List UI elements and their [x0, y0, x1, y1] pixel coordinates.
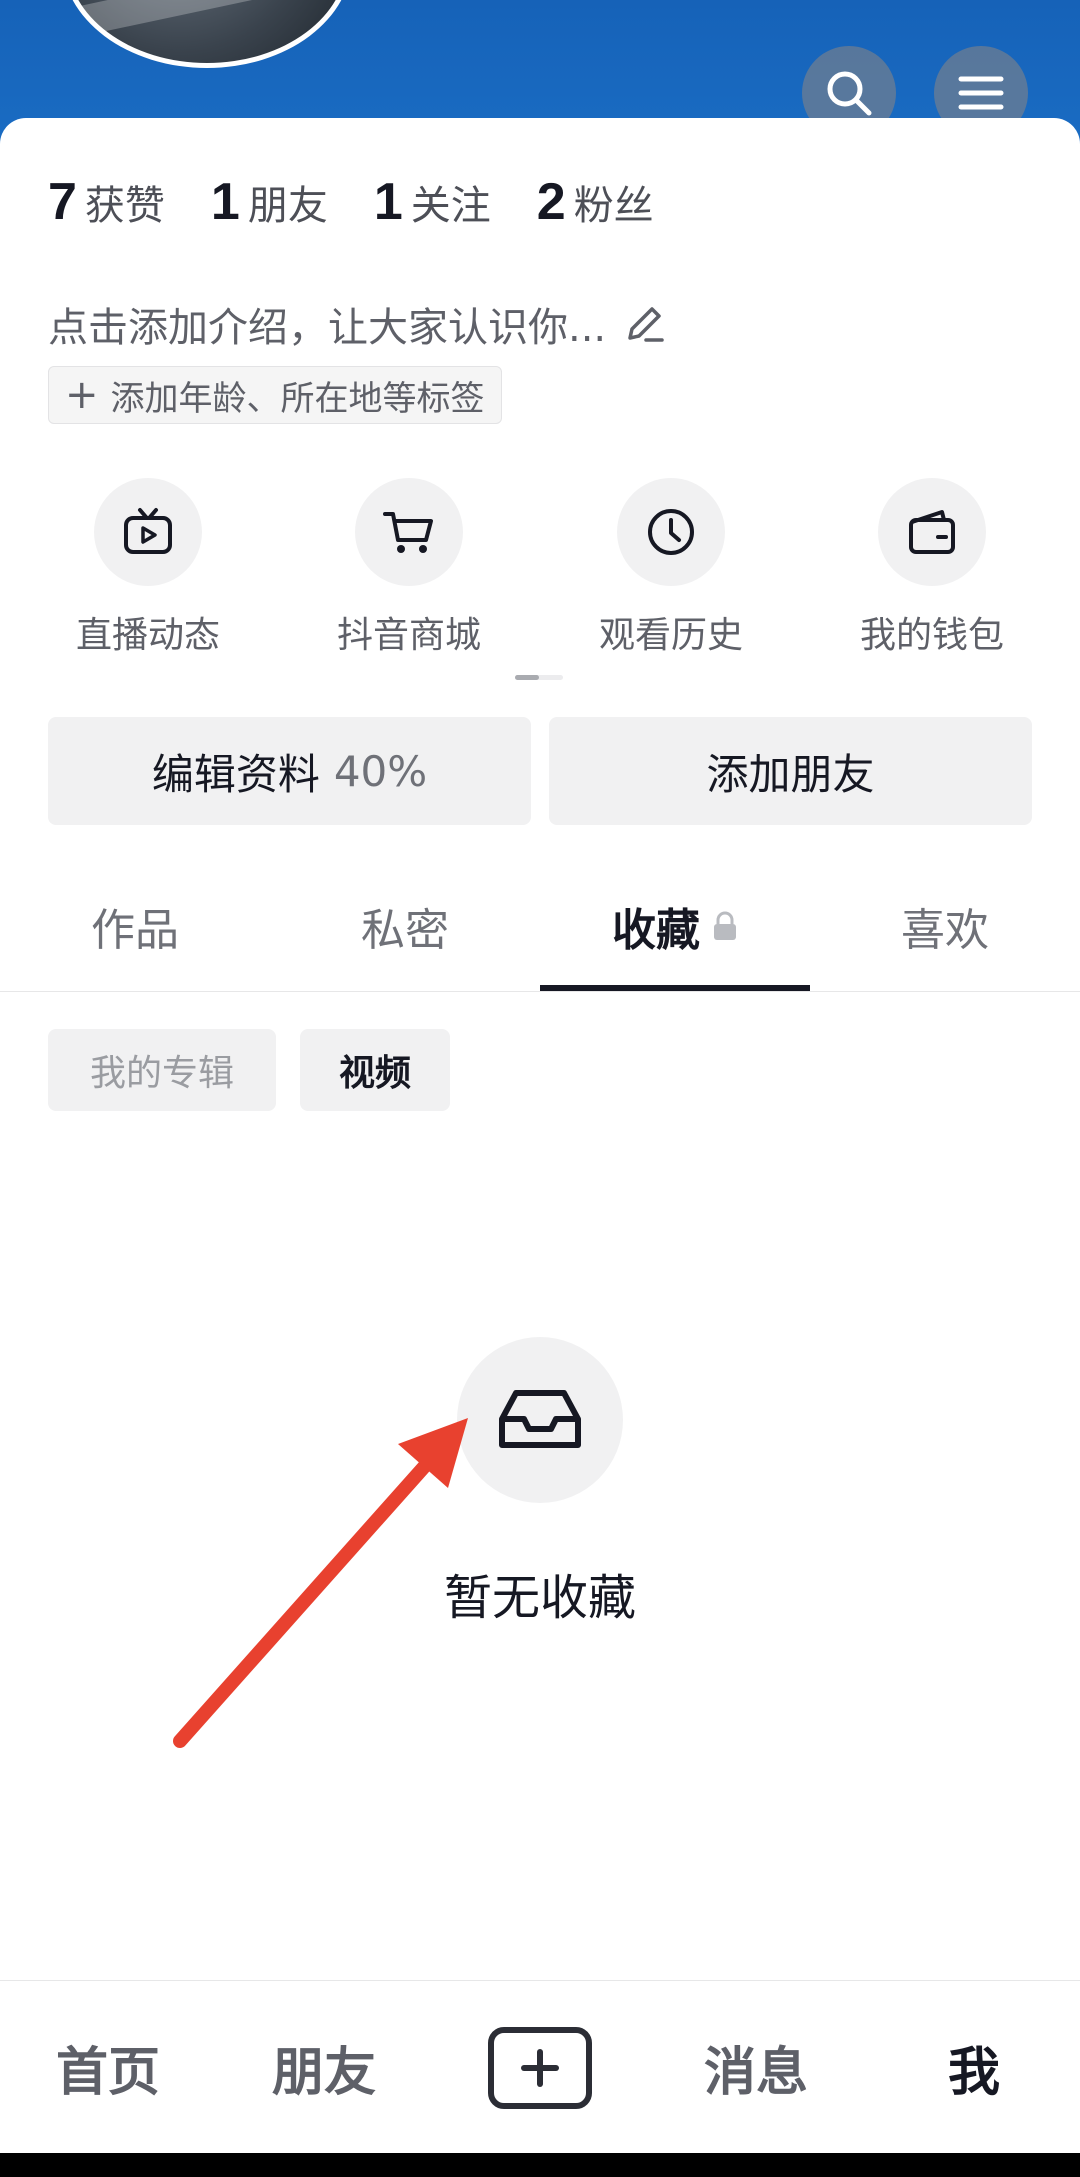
stat-friends[interactable]: 1 朋友	[211, 172, 328, 232]
nav-label: 首页	[55, 2043, 160, 2103]
edit-profile-button[interactable]: 编辑资料 40%	[48, 717, 531, 825]
shortcut-history[interactable]: 观看历史	[571, 478, 771, 658]
add-tags-button[interactable]: + 添加年龄、所在地等标签	[48, 366, 502, 424]
tab-private[interactable]: 私密	[270, 860, 540, 992]
tab-label: 收藏	[612, 905, 700, 956]
my-albums-chip[interactable]: 我的专辑	[48, 1029, 276, 1111]
tab-likes[interactable]: 喜欢	[810, 860, 1080, 992]
inbox-tray-icon	[457, 1337, 623, 1503]
system-gesture-bar	[0, 2153, 1080, 2177]
lock-icon	[712, 911, 738, 941]
tab-label: 喜欢	[901, 905, 989, 956]
hamburger-menu-icon	[958, 76, 1004, 110]
content-tabs: 作品 私密 收藏 喜欢	[0, 860, 1080, 992]
bio-prompt[interactable]: 点击添加介绍，让大家认识你...	[48, 295, 666, 353]
tab-favorites[interactable]: 收藏	[540, 860, 810, 992]
stat-label: 获赞	[84, 183, 165, 229]
stat-likes[interactable]: 7 获赞	[48, 172, 165, 232]
shortcut-label: 抖音商城	[336, 615, 481, 656]
add-tags-label: 添加年龄、所在地等标签	[110, 378, 485, 419]
stat-following[interactable]: 1 关注	[374, 172, 491, 232]
profile-completion-percent: 40%	[333, 746, 428, 796]
stat-value: 2	[536, 173, 566, 231]
plus-icon	[488, 2026, 592, 2109]
stat-label: 粉丝	[573, 183, 654, 229]
nav-messages[interactable]: 消息	[678, 1981, 834, 2154]
bottom-nav: 首页 朋友 消息 我	[0, 1980, 1080, 2153]
profile-stats: 7 获赞 1 朋友 1 关注 2 粉丝	[48, 172, 700, 232]
search-icon	[827, 71, 872, 116]
nav-me[interactable]: 我	[896, 1981, 1052, 2154]
shortcut-row: 直播动态 抖音商城 观看历史 我的钱包	[0, 478, 1080, 658]
nav-home[interactable]: 首页	[30, 1981, 186, 2154]
shortcut-label: 观看历史	[598, 615, 743, 656]
edit-profile-label: 编辑资料	[151, 749, 320, 799]
cart-icon	[355, 478, 463, 586]
empty-state-text: 暂无收藏	[443, 1570, 636, 1626]
tab-label: 作品	[91, 905, 179, 956]
shortcut-label: 我的钱包	[859, 615, 1004, 656]
plus-icon: +	[65, 372, 99, 418]
stat-label: 朋友	[247, 183, 328, 229]
add-friend-button[interactable]: 添加朋友	[549, 717, 1032, 825]
add-friend-label: 添加朋友	[706, 749, 875, 799]
shortcut-label: 直播动态	[75, 615, 220, 656]
wallet-icon	[878, 478, 986, 586]
chip-label: 我的专辑	[89, 1053, 234, 1094]
shortcut-wallet[interactable]: 我的钱包	[832, 478, 1032, 658]
pencil-icon	[622, 302, 666, 346]
stat-label: 关注	[410, 183, 491, 229]
nav-label: 朋友	[271, 2043, 376, 2103]
stat-value: 1	[210, 173, 240, 231]
video-chip[interactable]: 视频	[300, 1029, 450, 1111]
active-tab-indicator	[540, 985, 810, 991]
tab-works[interactable]: 作品	[0, 860, 270, 992]
nav-friends[interactable]: 朋友	[246, 1981, 402, 2154]
stat-value: 7	[48, 173, 77, 231]
live-tv-icon	[94, 478, 202, 586]
clock-icon	[617, 478, 725, 586]
shortcut-live[interactable]: 直播动态	[48, 478, 248, 658]
shortcut-page-indicator	[515, 675, 563, 680]
shortcut-mall[interactable]: 抖音商城	[309, 478, 509, 658]
nav-label: 消息	[703, 2043, 808, 2103]
stat-followers[interactable]: 2 粉丝	[537, 172, 654, 232]
stat-value: 1	[373, 173, 403, 231]
nav-label: 我	[947, 2043, 1000, 2103]
bio-text: 点击添加介绍，让大家认识你...	[48, 305, 607, 351]
chip-label: 视频	[338, 1053, 411, 1094]
create-post-button[interactable]	[486, 1981, 594, 2154]
tab-label: 私密	[361, 905, 449, 956]
